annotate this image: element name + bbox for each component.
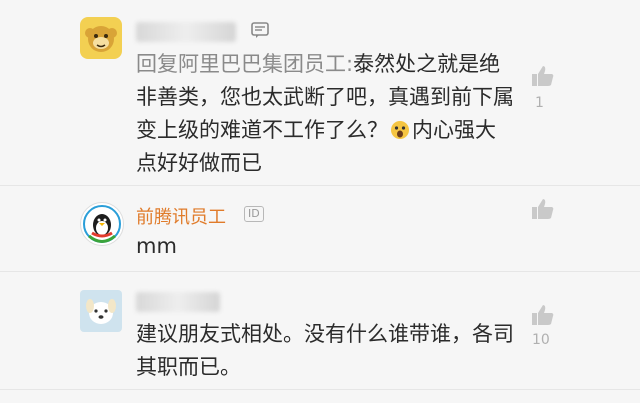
thumbs-up-icon[interactable] [530,196,556,222]
username[interactable]: 前腾讯员工 [136,203,226,229]
id-badge: ID [244,206,264,222]
scared-face-emoji-icon [390,117,410,139]
comment-feed: 回复阿里巴巴集团员工:泰然处之就是绝非善类，您也太武断了吧，真遇到前下属变上级的… [0,0,640,403]
tencent-penguin-avatar-icon[interactable] [80,202,124,246]
vip-card-icon [251,22,269,38]
thumbs-up-icon[interactable] [530,302,556,328]
comment-item: 前腾讯员工 ID mm [0,186,640,272]
comment-body: 建议朋友式相处。没有什么谁带谁，各司其职而已。 [136,322,514,379]
blurred-username [136,22,236,42]
blurred-username [136,292,220,312]
like-count: 10 [532,332,550,348]
reply-prefix[interactable]: 回复阿里巴巴集团员工: [136,52,353,76]
comment-item: 回复阿里巴巴集团员工:泰然处之就是绝非善类，您也太武断了吧，真遇到前下属变上级的… [0,0,640,186]
dog-avatar-icon[interactable] [80,290,122,332]
comment-item [0,390,640,403]
like-count: 1 [535,95,544,111]
comment-text: 回复阿里巴巴集团员工:泰然处之就是绝非善类，您也太武断了吧，真遇到前下属变上级的… [136,48,516,180]
comment-body: mm [136,234,177,258]
comment-item: 建议朋友式相处。没有什么谁带谁，各司其职而已。 10 [0,272,640,390]
thumbs-up-icon[interactable] [530,63,556,89]
monkey-avatar-icon[interactable] [80,17,122,59]
